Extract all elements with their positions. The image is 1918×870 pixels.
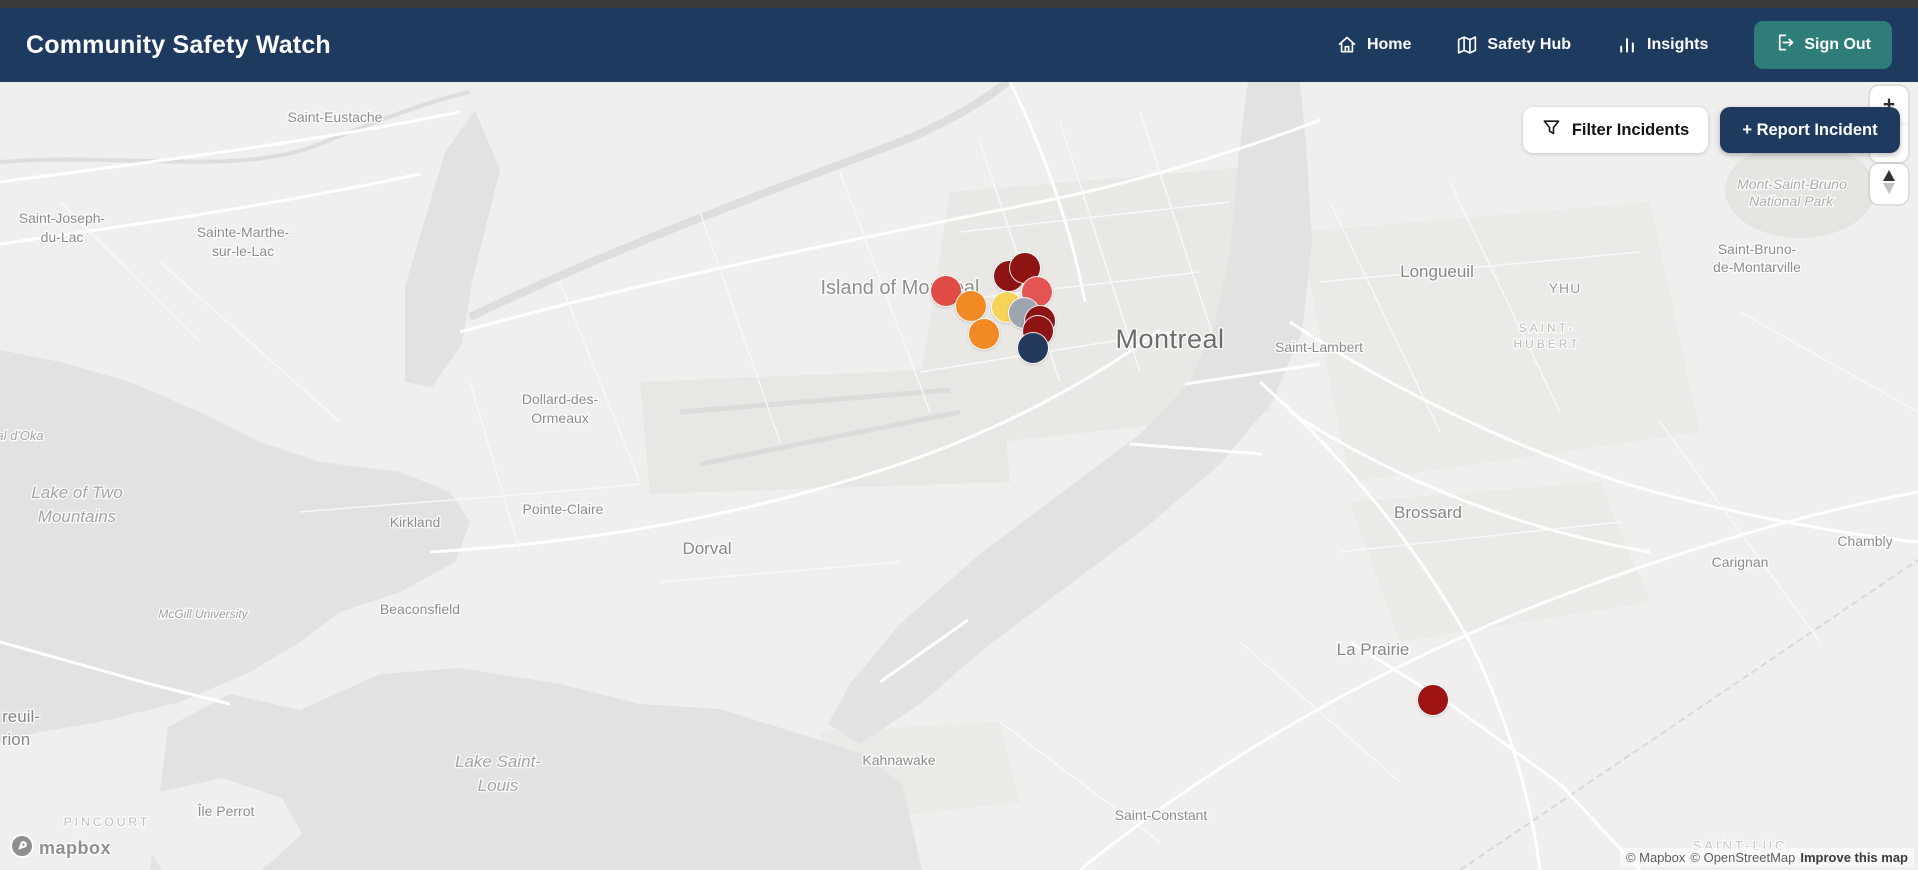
map-icon [1457,35,1477,55]
map-label: Pointe-Claire [523,501,604,517]
map-label: McGill University [158,607,248,621]
nav-item-safety-hub[interactable]: Safety Hub [1457,35,1571,55]
map-canvas[interactable]: Saint-Eustache Saint-Joseph-du-Lac Sainte-… [0,82,1918,870]
map-label: La Prairie [1337,640,1410,659]
map-label: reuil- [2,707,40,726]
map-attribution: © Mapbox © OpenStreetMap Improve this ma… [1619,848,1914,867]
map-label: Dollard-des- [522,391,599,407]
map-label: sur-le-Lac [212,243,274,259]
attribution-osm-link[interactable]: © OpenStreetMap [1690,850,1795,865]
home-icon [1337,35,1357,55]
sign-out-label: Sign Out [1804,36,1871,53]
attribution-mapbox-link[interactable]: © Mapbox [1626,850,1685,865]
app-header: Community Safety Watch Home Safety Hub I… [0,8,1918,82]
window-chrome-strip [0,0,1918,8]
map-label: Mont-Saint-Bruno [1737,176,1847,192]
map-label: al d'Oka [0,428,44,443]
map-label: Lake Saint- [455,752,541,771]
map-label: Dorval [682,539,731,558]
incident-marker[interactable] [956,291,986,321]
compass-control[interactable] [1870,164,1908,204]
nav-item-insights[interactable]: Insights [1617,35,1708,55]
map-label: Lake of Two [31,483,122,502]
map-label: Kahnawake [862,752,935,768]
mapbox-pin-icon [10,834,34,863]
map-label: Chambly [1837,533,1892,549]
map-label: Louis [478,776,519,795]
compass-needle-icon [1878,169,1900,200]
map-label: SAINT- [1519,321,1576,335]
map-label: Saint-Constant [1115,807,1208,823]
map-label: Saint-Bruno- [1718,241,1797,257]
map-label: de-Montarville [1713,259,1801,275]
nav-item-label: Insights [1647,36,1709,53]
filter-incidents-label: Filter Incidents [1571,120,1690,139]
map-label: Île Perrot [197,803,255,819]
improve-map-link[interactable]: Improve this map [1800,850,1908,865]
report-incident-label: + Report Incident [1742,120,1878,139]
map-label: Ormeaux [531,410,589,426]
nav-item-home[interactable]: Home [1337,35,1411,55]
map-label: Carignan [1712,554,1769,570]
nav-item-label: Safety Hub [1487,36,1571,53]
incident-marker[interactable] [1418,685,1448,715]
incident-marker[interactable] [969,319,999,349]
map-label: HUBERT [1513,337,1580,351]
report-incident-button[interactable]: + Report Incident [1720,107,1900,153]
map-label: Mountains [38,507,117,526]
bar-chart-icon [1617,35,1637,55]
mapbox-logo[interactable]: mapbox [10,834,111,863]
map-label: National Park [1749,193,1834,209]
nav-item-label: Home [1366,36,1412,53]
app-title: Community Safety Watch [26,30,331,59]
map-label: YHU [1549,280,1582,296]
filter-incidents-button[interactable]: Filter Incidents [1523,107,1708,153]
main-nav: Home Safety Hub Insights Sign Out [1337,21,1892,69]
mapbox-wordmark: mapbox [39,838,112,858]
map-label: Longueuil [1400,262,1474,281]
map-label: Saint-Joseph- [19,210,106,226]
map-label: Montreal [1115,324,1224,354]
map-label: Saint-Lambert [1275,339,1363,355]
map-container: Saint-Eustache Saint-Joseph-du-Lac Sainte-… [0,82,1918,870]
map-label: Sainte-Marthe- [197,224,290,240]
map-label: du-Lac [41,229,84,245]
map-label: rion [2,730,30,749]
map-label: Brossard [1394,503,1462,522]
sign-out-button[interactable]: Sign Out [1754,21,1892,69]
map-label: Saint-Eustache [288,109,383,125]
map-label: Kirkland [390,514,441,530]
map-label: Beaconsfield [380,601,460,617]
funnel-icon [1542,118,1561,142]
map-label: PINCOURT [64,815,150,829]
logout-icon [1775,33,1794,57]
incident-marker[interactable] [1018,333,1048,363]
